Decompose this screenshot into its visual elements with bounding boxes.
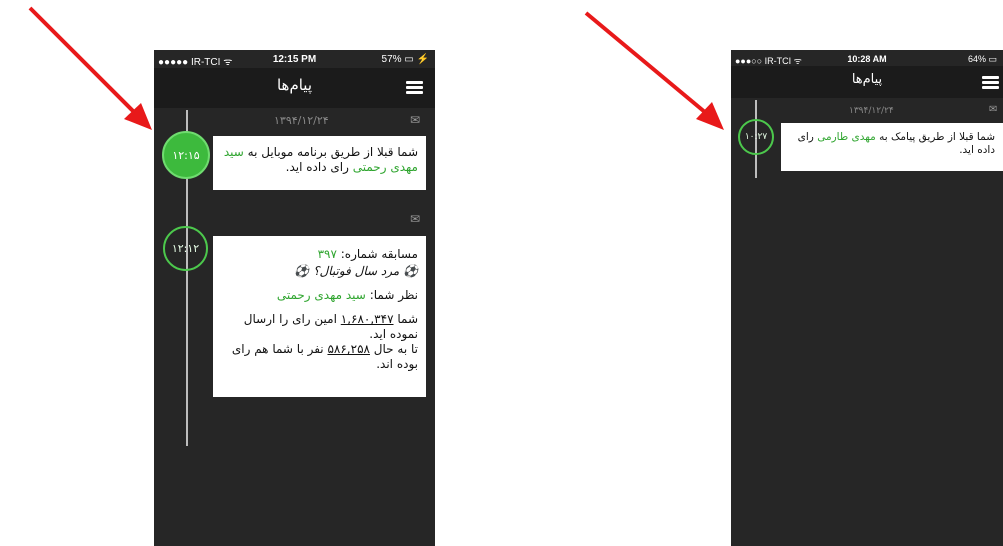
nav-bar: پیام‌ها bbox=[731, 66, 1003, 98]
red-arrow-right bbox=[584, 11, 724, 130]
rank-number: ۱,۶۸۰,۳۴۷ bbox=[340, 312, 394, 326]
envelope-open-icon: ✉ bbox=[410, 212, 421, 226]
agree-prefix: تا به حال bbox=[373, 342, 418, 356]
status-time: 10:28 AM bbox=[847, 54, 887, 64]
vote-rank-text: شما ۱,۶۸۰,۳۴۷ امین رای را ارسال نموده ای… bbox=[219, 312, 418, 342]
opinion-label: نظر شما: bbox=[369, 288, 418, 302]
status-bar: ●●●●● IR-TCI ᯤ 12:15 PM 57% ▭ ⚡ bbox=[154, 50, 435, 68]
message-date: ۱۳۹۴/۱۲/۲۴ bbox=[274, 114, 329, 127]
envelope-open-icon: ✉ bbox=[989, 104, 998, 115]
nav-bar: پیام‌ها bbox=[154, 68, 435, 108]
contest-label: مسابقه شماره: bbox=[340, 247, 418, 261]
message-date: ۱۳۹۴/۱۲/۲۴ bbox=[849, 106, 894, 116]
rank-prefix: شما bbox=[397, 312, 418, 326]
message-text: شما قبلا از طریق برنامه موبایل به bbox=[247, 145, 418, 159]
envelope-icon: ✉ bbox=[410, 113, 421, 127]
message-time-badge: ۱۲:۱۵ bbox=[162, 131, 210, 179]
phone-screen-1: ●●●●● IR-TCI ᯤ 12:15 PM 57% ▭ ⚡ پیام‌ها … bbox=[154, 50, 435, 546]
hamburger-menu-icon[interactable] bbox=[982, 76, 999, 89]
opinion-line: نظر شما: سید مهدی رحمتی bbox=[219, 288, 418, 303]
battery-indicator: 64% ▭ bbox=[967, 54, 997, 64]
contest-question: ⚽ مرد سال فوتبال؟ ⚽ bbox=[294, 264, 418, 278]
battery-indicator: 57% ▭ ⚡ bbox=[381, 54, 429, 65]
contest-line: مسابقه شماره: ۳۹۷ bbox=[219, 247, 418, 262]
hamburger-menu-icon[interactable] bbox=[406, 81, 423, 94]
page-title: پیام‌ها bbox=[851, 72, 883, 87]
message-card[interactable]: مسابقه شماره: ۳۹۷ ⚽ مرد سال فوتبال؟ ⚽ نظ… bbox=[213, 236, 426, 397]
opinion-name: سید مهدی رحمتی bbox=[276, 288, 366, 302]
agree-number: ۵۸۶,۲۵۸ bbox=[327, 342, 370, 356]
message-card[interactable]: شما قبلا از طریق پیامک به مهدی طارمی رای… bbox=[781, 123, 1003, 171]
red-arrow-left bbox=[28, 6, 152, 130]
message-time-badge: ۱۰:۲۷ bbox=[738, 119, 774, 155]
message-text-end: رای داده اید. bbox=[285, 160, 349, 174]
message-text: شما قبلا از طریق پیامک به bbox=[879, 131, 995, 143]
page-title: پیام‌ها bbox=[276, 76, 313, 94]
message-card[interactable]: شما قبلا از طریق برنامه موبایل به سید مه… bbox=[213, 136, 426, 190]
message-time-badge: ۱۲:۱۲ bbox=[163, 226, 208, 271]
candidate-name: مهدی طارمی bbox=[817, 131, 876, 143]
contest-number: ۳۹۷ bbox=[317, 247, 337, 261]
phone-screen-2: ●●●○○ IR-TCI ᯤ 10:28 AM 64% ▭ پیام‌ها ۱۳… bbox=[731, 50, 1003, 546]
agree-count-text: تا به حال ۵۸۶,۲۵۸ نفر با شما هم رای بوده… bbox=[219, 342, 418, 372]
